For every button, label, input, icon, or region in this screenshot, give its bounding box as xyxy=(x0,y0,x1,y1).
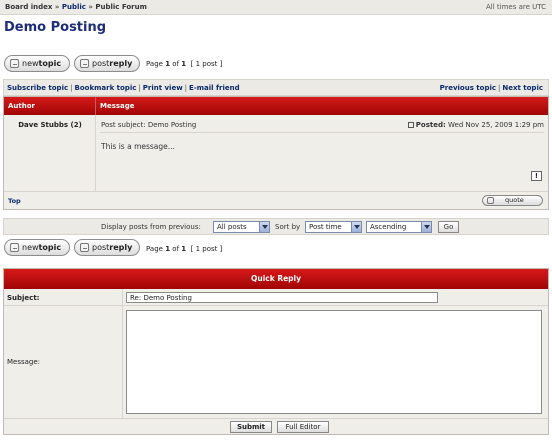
post-count: [ 1 post ] xyxy=(190,245,223,253)
new-topic-button[interactable]: new topic xyxy=(4,55,70,72)
new-topic-label-a: new xyxy=(22,243,39,252)
subject-label: Subject: xyxy=(7,294,40,302)
breadcrumb-board-index[interactable]: Board index xyxy=(5,3,52,11)
subject-input[interactable]: Re: Demo Posting xyxy=(126,292,438,303)
post-reply-label-b: reply xyxy=(109,59,133,68)
submit-button[interactable]: Submit xyxy=(230,421,272,433)
previous-topic-link[interactable]: Previous topic xyxy=(440,84,496,92)
quick-reply-panel: Quick Reply Subject: Re: Demo Posting Me… xyxy=(3,268,549,435)
page-of: of xyxy=(172,245,180,253)
display-posts-label: Display posts from previous: xyxy=(101,223,201,231)
quote-button[interactable]: quote xyxy=(482,195,543,206)
post-reply-label-a: post xyxy=(92,59,110,68)
message-textarea[interactable] xyxy=(126,310,542,414)
post-footer-row: Top quote xyxy=(4,191,548,209)
display-posts-select[interactable]: All posts xyxy=(213,221,270,233)
topic-title[interactable]: Demo Posting xyxy=(4,20,106,35)
display-sort-bar: Display posts from previous: All posts S… xyxy=(3,218,549,235)
post-count: [ 1 post ] xyxy=(190,60,223,68)
chevron-down-icon xyxy=(351,222,361,232)
message-label: Message: xyxy=(7,358,41,366)
post-subject-text: Demo Posting xyxy=(147,121,197,129)
page-total: 1 xyxy=(181,60,187,68)
sort-by-select[interactable]: Post time xyxy=(305,221,362,233)
page-label: Page xyxy=(146,245,163,253)
post-reply-button[interactable]: post reply xyxy=(74,55,140,72)
page-current: 1 xyxy=(165,60,171,68)
author-column-header: Author xyxy=(4,97,96,115)
option-separator: | xyxy=(138,84,141,92)
breadcrumb: Board index » Public » Public Forum xyxy=(5,3,147,11)
option-separator: | xyxy=(70,84,73,92)
full-editor-button[interactable]: Full Editor xyxy=(277,421,329,433)
page-total: 1 xyxy=(181,245,187,253)
new-topic-label-b: topic xyxy=(38,243,62,252)
page-of: of xyxy=(172,60,180,68)
post-message-cell: Post subject: Demo Posting Posted: Wed N… xyxy=(96,115,548,191)
pagination-bottom: Page 1 of 1 [ 1 post ] xyxy=(146,245,222,253)
timezone-notice: All times are UTC xyxy=(485,3,546,11)
chevron-down-icon xyxy=(421,222,431,232)
label-column-divider xyxy=(122,289,123,418)
post-table: Author Message Dave Stubbs (2) Post subj… xyxy=(3,96,549,210)
post-reply-button-bottom[interactable]: post reply xyxy=(74,239,140,256)
post-link-icon[interactable] xyxy=(407,122,414,128)
post-divider xyxy=(100,132,544,133)
quick-reply-subject-row: Subject: Re: Demo Posting xyxy=(4,289,548,306)
sort-order-select[interactable]: Ascending xyxy=(366,221,432,233)
new-topic-label-b: topic xyxy=(38,59,62,68)
bookmark-topic-link[interactable]: Bookmark topic xyxy=(74,84,136,92)
post-subject: Post subject: Demo Posting xyxy=(101,121,196,129)
post-reply-label-b: reply xyxy=(109,243,133,252)
breadcrumb-public-forum[interactable]: Public Forum xyxy=(95,3,147,11)
sort-by-value: Post time xyxy=(309,223,342,231)
quote-icon xyxy=(487,197,494,204)
option-separator: | xyxy=(184,84,188,92)
message-column-header: Message xyxy=(96,97,548,115)
post-body: This is a message... xyxy=(101,142,175,151)
quick-reply-title: Quick Reply xyxy=(4,269,548,289)
breadcrumb-separator: » xyxy=(54,3,60,11)
new-topic-icon xyxy=(10,243,19,252)
page-current: 1 xyxy=(165,245,171,253)
next-topic-link[interactable]: Next topic xyxy=(502,84,543,92)
pagination-top: Page 1 of 1 [ 1 post ] xyxy=(146,60,222,68)
sort-by-label: Sort by xyxy=(275,223,301,231)
breadcrumb-bar: Board index » Public » Public Forum All … xyxy=(0,0,552,15)
back-to-top-link[interactable]: Top xyxy=(8,197,21,205)
post-date: Posted: Wed Nov 25, 2009 1:29 pm xyxy=(407,121,544,129)
email-friend-link[interactable]: E-mail friend xyxy=(189,84,240,92)
sort-order-value: Ascending xyxy=(370,223,407,231)
report-post-button[interactable]: ! xyxy=(531,171,542,181)
chevron-down-icon xyxy=(259,222,269,232)
posted-date-text: Wed Nov 25, 2009 1:29 pm xyxy=(448,121,544,129)
page-label: Page xyxy=(146,60,163,68)
breadcrumb-separator: » xyxy=(88,3,93,11)
post-subject-label: Post subject: xyxy=(101,121,146,129)
breadcrumb-public[interactable]: Public xyxy=(62,3,86,11)
post-reply-icon xyxy=(80,243,89,252)
print-view-link[interactable]: Print view xyxy=(143,84,183,92)
quick-reply-buttons: Submit Full Editor xyxy=(4,418,548,434)
display-posts-value: All posts xyxy=(217,223,247,231)
posted-label: Posted: xyxy=(415,121,446,129)
post-reply-icon xyxy=(80,59,89,68)
go-button[interactable]: Go xyxy=(438,221,459,233)
subscribe-topic-link[interactable]: Subscribe topic xyxy=(7,84,68,92)
new-topic-label-a: new xyxy=(22,59,39,68)
new-topic-icon xyxy=(10,59,19,68)
quote-label: quote xyxy=(505,196,524,204)
post-author-cell: Dave Stubbs (2) xyxy=(4,115,96,191)
new-topic-button-bottom[interactable]: new topic xyxy=(4,239,70,256)
option-separator: | xyxy=(498,84,501,92)
topic-options-bar: Subscribe topic | Bookmark topic | Print vie… xyxy=(3,79,549,96)
post-author-name[interactable]: Dave Stubbs (2) xyxy=(4,121,96,129)
post-reply-label-a: post xyxy=(92,243,110,252)
